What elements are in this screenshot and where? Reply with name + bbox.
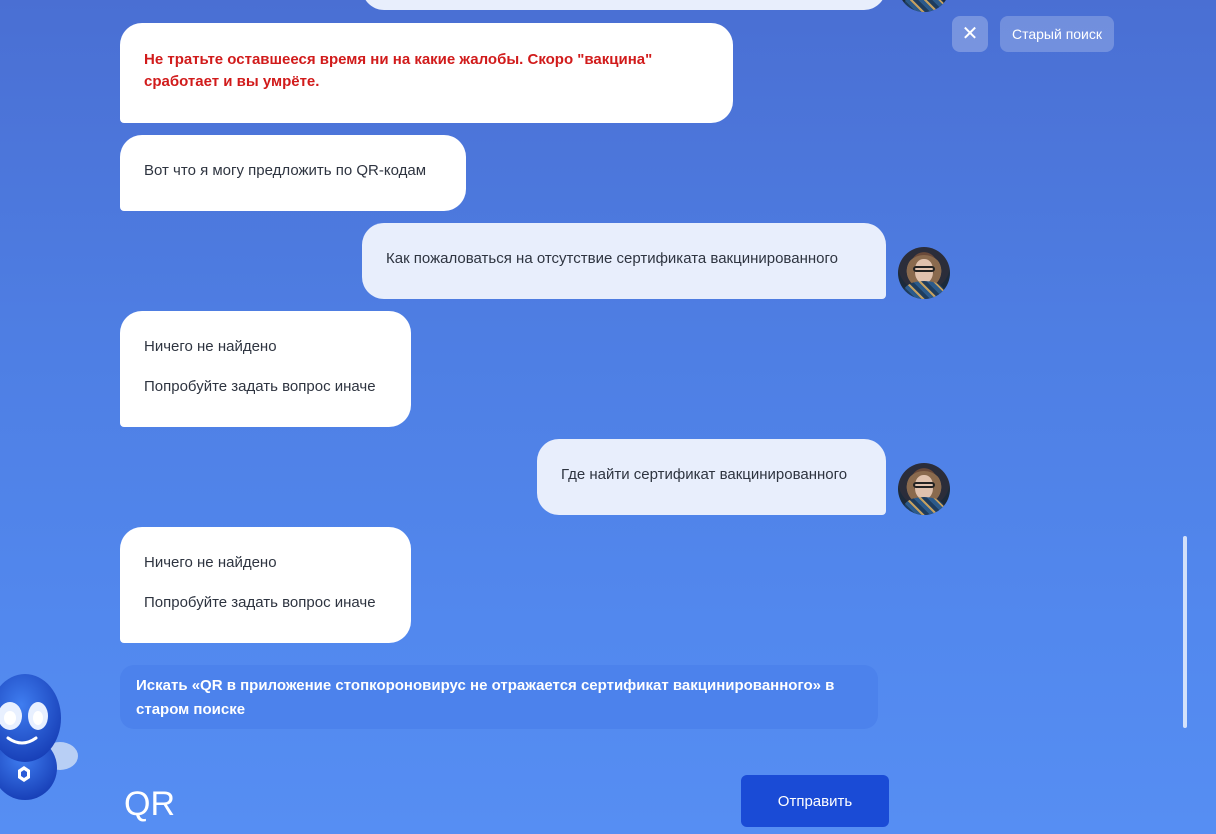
search-in-old-search-link[interactable]: Искать «QR в приложение стопкороновирус … [120, 665, 878, 729]
previous-user-message [362, 0, 886, 10]
alert-text-line-2: сработает и вы умрёте. [144, 73, 320, 90]
message-text: Как пожаловаться на отсутствие сертифика… [386, 250, 838, 267]
message-text: Ничего не найдено [144, 338, 277, 355]
bot-message: Ничего не найдено Попробуйте задать вопр… [120, 311, 411, 427]
send-button[interactable]: Отправить [741, 775, 889, 827]
message-text: Вот что я могу предложить по QR-кодам [144, 162, 427, 179]
user-message: Как пожаловаться на отсутствие сертифика… [362, 223, 886, 299]
bot-message-alert: Не тратьте оставшееся время ни на какие … [120, 23, 733, 123]
suggestion-line-1: Искать «QR в приложение стопкороновирус … [136, 677, 835, 694]
message-text: Попробуйте задать вопрос иначе [144, 378, 376, 395]
user-message: Где найти сертификат вакцинированного [537, 439, 886, 515]
bot-message: Вот что я могу предложить по QR-кодам [120, 135, 466, 211]
user-avatar [898, 247, 950, 299]
close-icon: ✕ [961, 23, 979, 45]
old-search-button[interactable]: Старый поиск [1000, 16, 1114, 52]
scrollbar-thumb[interactable] [1183, 536, 1187, 728]
message-text: Ничего не найдено [144, 554, 277, 571]
user-avatar [898, 0, 950, 12]
user-avatar [898, 463, 950, 515]
alert-text-line-1: Не тратьте оставшееся время ни на какие … [144, 51, 653, 68]
robot-mascot-icon [0, 674, 78, 800]
close-button[interactable]: ✕ [952, 16, 988, 52]
message-text: Попробуйте задать вопрос иначе [144, 594, 376, 611]
bot-message: Ничего не найдено Попробуйте задать вопр… [120, 527, 411, 643]
suggestion-line-2: старом поиске [136, 701, 246, 718]
message-text: Где найти сертификат вакцинированного [561, 466, 848, 483]
message-input[interactable] [122, 782, 686, 826]
